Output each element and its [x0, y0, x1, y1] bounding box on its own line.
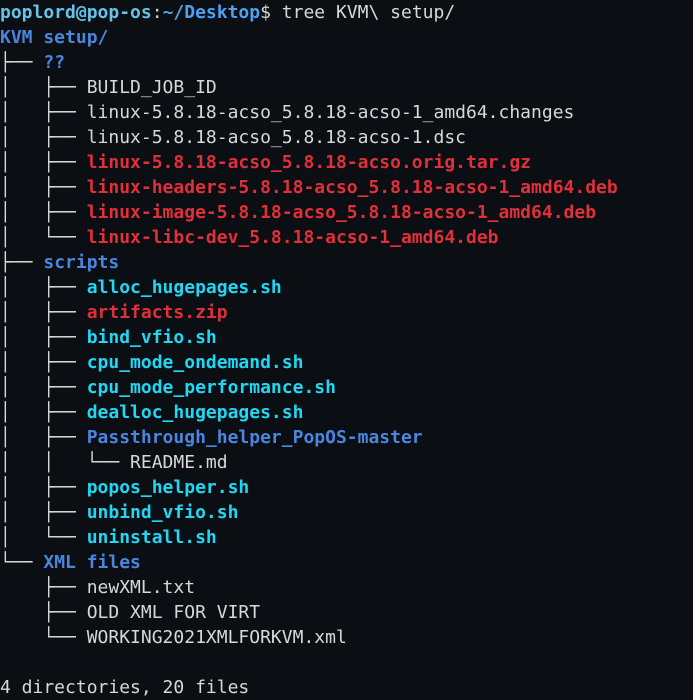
tree-branch-prefix: │ ├──: [0, 177, 87, 198]
tree-entry: ├── scripts: [0, 250, 693, 275]
tree-entry: │ ├── linux-5.8.18-acso_5.8.18-acso-1.ds…: [0, 125, 693, 150]
tree-entry: ├── newXML.txt: [0, 575, 693, 600]
tree-branch-prefix: │ ├──: [0, 427, 87, 448]
tree-entry: │ ├── dealloc_hugepages.sh: [0, 400, 693, 425]
tree-entry: └── XML files: [0, 550, 693, 575]
prompt-path: ~/Desktop: [162, 2, 261, 23]
tree-entry: │ ├── cpu_mode_performance.sh: [0, 375, 693, 400]
tree-entry-name-dir: scripts: [43, 252, 120, 273]
tree-entry-name-exec: dealloc_hugepages.sh: [86, 402, 304, 423]
tree-entry-name-archive: linux-libc-dev_5.8.18-acso-1_amd64.deb: [86, 227, 499, 248]
tree-entry-name-exec: popos_helper.sh: [86, 477, 250, 498]
tree-entry-name-exec: alloc_hugepages.sh: [86, 277, 282, 298]
tree-entry-name-archive: linux-image-5.8.18-acso_5.8.18-acso-1_am…: [86, 202, 597, 223]
tree-branch-prefix: ├──: [0, 577, 87, 598]
tree-branch-prefix: │ ├──: [0, 202, 87, 223]
tree-entry: │ ├── linux-5.8.18-acso_5.8.18-acso-1_am…: [0, 100, 693, 125]
tree-entry: └── WORKING2021XMLFORKVM.xml: [0, 625, 693, 650]
tree-branch-prefix: │ ├──: [0, 77, 87, 98]
tree-branch-prefix: │ ├──: [0, 502, 87, 523]
tree-branch-prefix: │ ├──: [0, 402, 87, 423]
tree-root-dir: KVM setup/: [0, 27, 109, 48]
tree-entry: │ ├── Passthrough_helper_PopOS-master: [0, 425, 693, 450]
tree-entry-name-plain: newXML.txt: [86, 577, 196, 598]
tree-entry-name-plain: linux-5.8.18-acso_5.8.18-acso-1_amd64.ch…: [86, 102, 575, 123]
terminal-window[interactable]: poplord@pop-os: ~/Desktop $ tree KVM\ setu…: [0, 0, 693, 700]
tree-entry-name-plain: linux-5.8.18-acso_5.8.18-acso-1.dsc: [86, 127, 466, 148]
tree-entry-name-archive: artifacts.zip: [86, 302, 228, 323]
tree-entry-name-dir: XML files: [43, 552, 141, 573]
tree-entry-name-plain: OLD XML FOR VIRT: [86, 602, 261, 623]
tree-entry: │ │ └── README.md: [0, 450, 693, 475]
tree-entry: │ ├── alloc_hugepages.sh: [0, 275, 693, 300]
tree-entry-name-plain: BUILD_JOB_ID: [86, 77, 217, 98]
tree-branch-prefix: │ ├──: [0, 327, 87, 348]
summary-text: 4 directories, 20 files: [0, 677, 250, 698]
tree-entry: │ ├── linux-image-5.8.18-acso_5.8.18-acs…: [0, 200, 693, 225]
summary-line: 4 directories, 20 files: [0, 675, 249, 700]
tree-branch-prefix: │ └──: [0, 227, 87, 248]
tree-branch-prefix: │ ├──: [0, 352, 87, 373]
tree-branch-prefix: │ │ └──: [0, 452, 131, 473]
prompt-separator: :: [151, 2, 163, 23]
tree-entry: │ ├── linux-headers-5.8.18-acso_5.8.18-a…: [0, 175, 693, 200]
tree-branch-prefix: ├──: [0, 252, 44, 273]
tree-entry-name-exec: unbind_vfio.sh: [86, 502, 239, 523]
tree-branch-prefix: │ ├──: [0, 127, 87, 148]
tree-branch-prefix: │ └──: [0, 527, 87, 548]
tree-entry: ├── ??: [0, 50, 693, 75]
tree-entry-name-exec: bind_vfio.sh: [86, 327, 217, 348]
tree-entry-name-dir: ??: [43, 52, 66, 73]
prompt-user-host: poplord@pop-os: [0, 2, 152, 23]
tree-entry-name-exec: cpu_mode_performance.sh: [86, 377, 336, 398]
tree-entry: │ ├── bind_vfio.sh: [0, 325, 693, 350]
tree-entry-name-exec: cpu_mode_ondemand.sh: [86, 352, 304, 373]
tree-branch-prefix: │ ├──: [0, 477, 87, 498]
tree-branch-prefix: │ ├──: [0, 377, 87, 398]
tree-branch-prefix: │ ├──: [0, 102, 87, 123]
command-text: tree KVM\ setup/: [281, 2, 456, 23]
tree-root-line: KVM setup/: [0, 25, 693, 50]
tree-branch-prefix: │ ├──: [0, 302, 87, 323]
tree-entry: │ ├── unbind_vfio.sh: [0, 500, 693, 525]
tree-entry-name-archive: linux-5.8.18-acso_5.8.18-acso.orig.tar.g…: [86, 152, 532, 173]
prompt-line: poplord@pop-os: ~/Desktop $ tree KVM\ setu…: [0, 0, 693, 25]
tree-branch-prefix: │ ├──: [0, 152, 87, 173]
tree-entry: │ ├── popos_helper.sh: [0, 475, 693, 500]
tree-entry: │ ├── linux-5.8.18-acso_5.8.18-acso.orig…: [0, 150, 693, 175]
tree-entries: ├── ?? │ ├── BUILD_JOB_ID │ ├── linux-5.8.…: [0, 50, 693, 650]
tree-branch-prefix: ├──: [0, 52, 44, 73]
tree-entry: │ └── linux-libc-dev_5.8.18-acso-1_amd64…: [0, 225, 693, 250]
tree-branch-prefix: └──: [0, 552, 44, 573]
tree-entry-name-dir: Passthrough_helper_PopOS-master: [86, 427, 423, 448]
tree-branch-prefix: └──: [0, 627, 87, 648]
tree-entry: │ └── uninstall.sh: [0, 525, 693, 550]
prompt-dollar: $: [260, 2, 282, 23]
tree-branch-prefix: │ ├──: [0, 277, 87, 298]
tree-entry-name-plain: WORKING2021XMLFORKVM.xml: [86, 627, 347, 648]
tree-entry: │ ├── artifacts.zip: [0, 300, 693, 325]
tree-entry-name-archive: linux-headers-5.8.18-acso_5.8.18-acso-1_…: [86, 177, 618, 198]
tree-entry: │ ├── BUILD_JOB_ID: [0, 75, 693, 100]
tree-entry: │ ├── cpu_mode_ondemand.sh: [0, 350, 693, 375]
tree-entry-name-exec: uninstall.sh: [86, 527, 217, 548]
tree-branch-prefix: ├──: [0, 602, 87, 623]
tree-entry-name-plain: README.md: [130, 452, 228, 473]
tree-entry: ├── OLD XML FOR VIRT: [0, 600, 693, 625]
